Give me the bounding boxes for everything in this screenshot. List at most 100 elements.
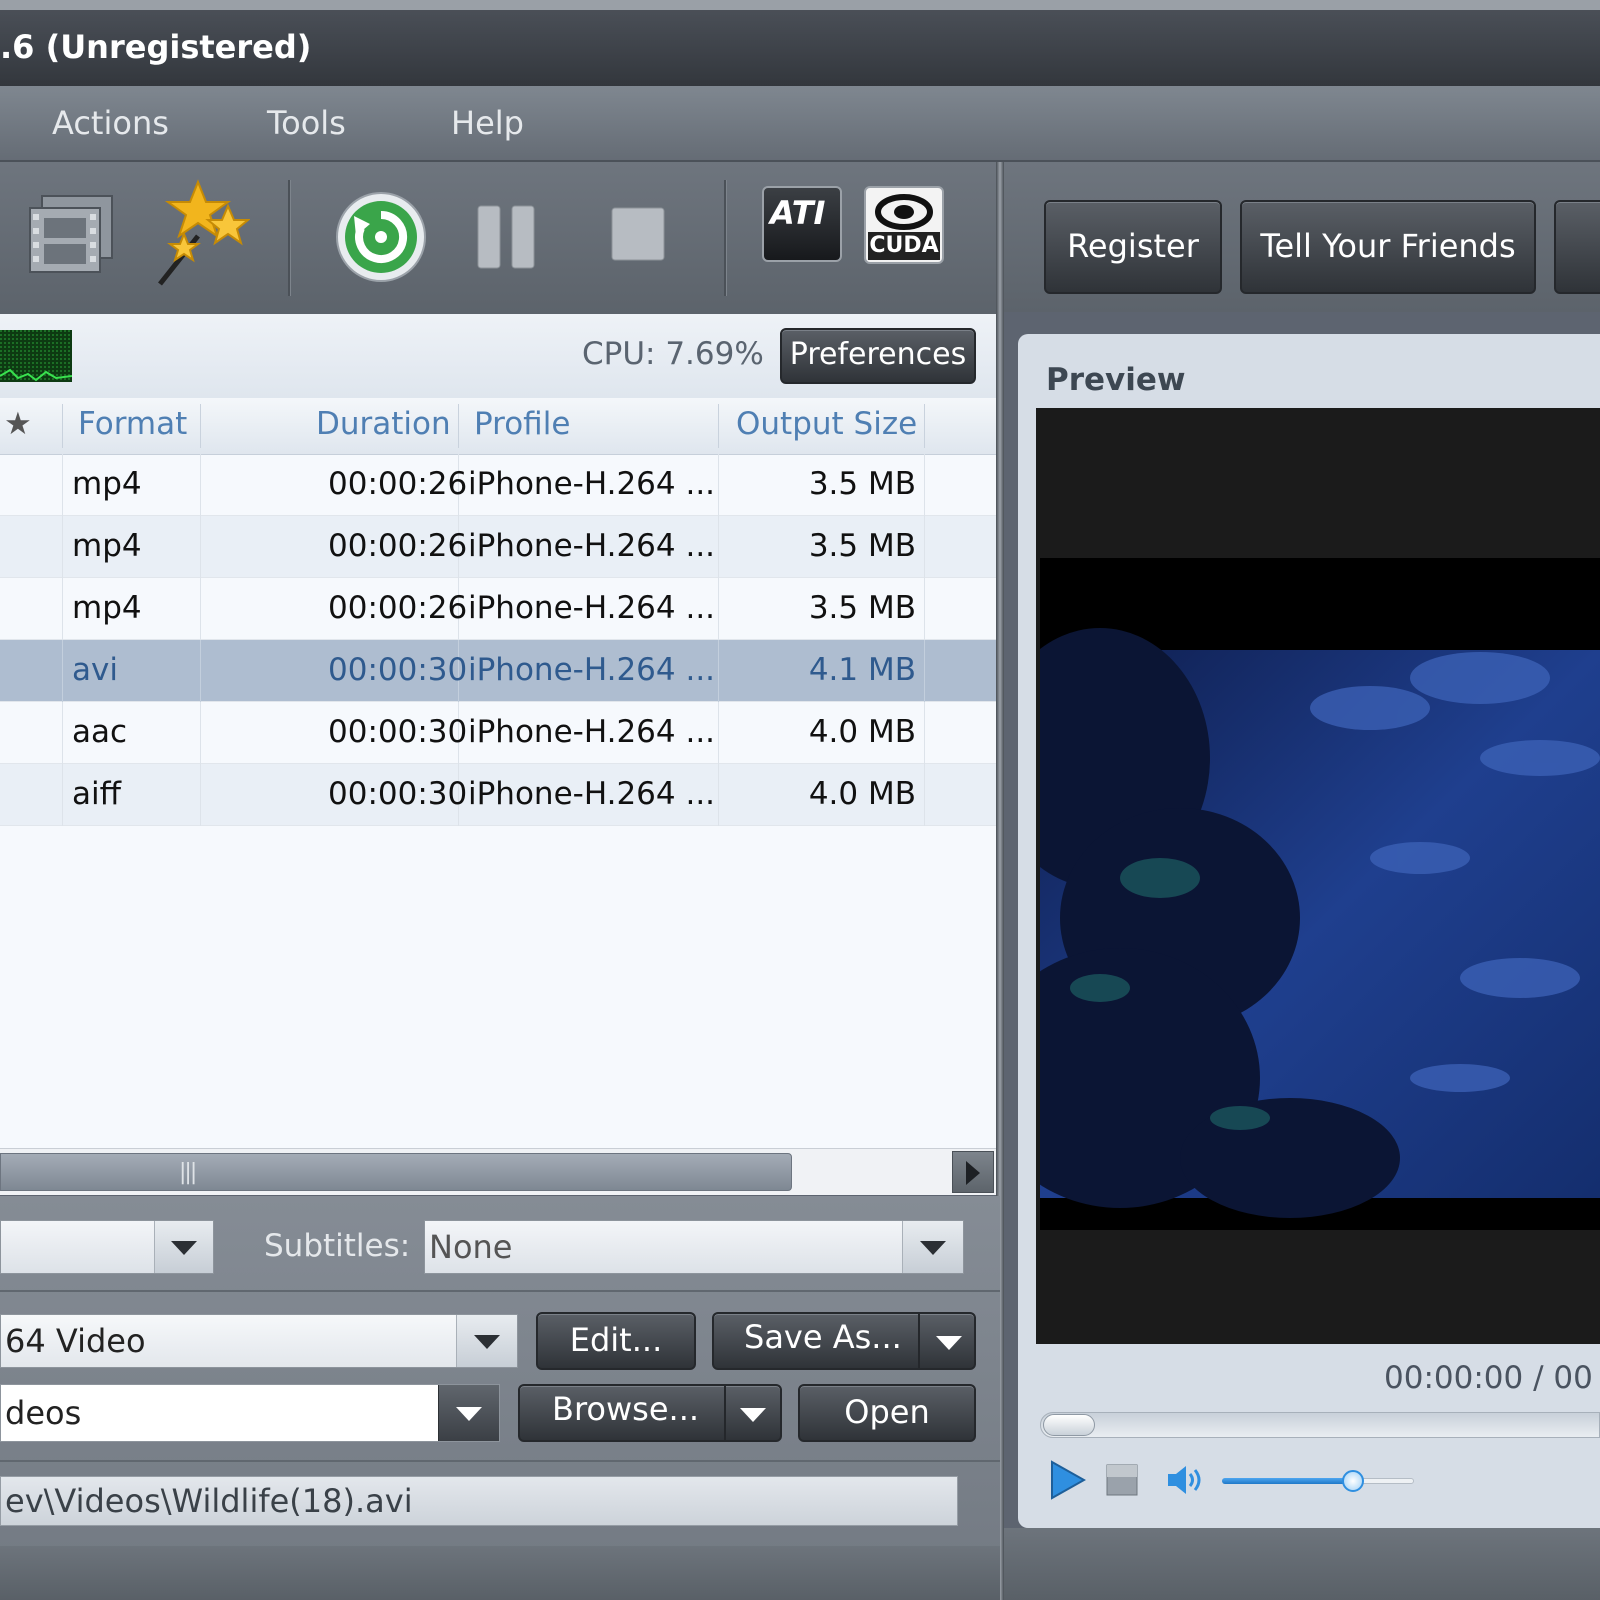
duration-cell: 00:00:26 — [328, 466, 468, 502]
chevron-down-icon — [456, 1407, 482, 1421]
menu-bar: Actions Tools Help — [0, 86, 1600, 162]
scrollbar-grip-icon: ||| — [179, 1160, 197, 1185]
profile-cell: iPhone-H.264 ... — [468, 776, 716, 812]
save-as-label: Save As... — [744, 1318, 902, 1356]
bottom-frame — [1004, 1528, 1600, 1600]
duration-cell: 00:00:30 — [328, 714, 468, 750]
chevron-down-icon — [474, 1335, 500, 1349]
video-preview[interactable] — [1036, 408, 1600, 1344]
source-path-field: ev\Videos\Wildlife(18).avi — [0, 1476, 958, 1526]
profile-cell: iPhone-H.264 ... — [468, 652, 716, 688]
output-size-cell: 4.0 MB — [808, 776, 916, 812]
column-header-profile[interactable]: Profile — [474, 406, 570, 442]
output-size-cell: 3.5 MB — [808, 466, 916, 502]
output-size-cell: 3.5 MB — [808, 590, 916, 626]
subtitles-value: None — [429, 1228, 513, 1266]
convert-icon[interactable] — [334, 190, 428, 284]
column-header-format[interactable]: Format — [78, 406, 187, 442]
play-icon[interactable] — [1050, 1460, 1087, 1500]
edit-profile-button[interactable]: Edit... — [536, 1312, 696, 1370]
arrow-right-icon — [966, 1161, 980, 1185]
nvidia-cuda-icon[interactable]: CUDA — [864, 186, 944, 264]
duration-cell: 00:00:30 — [328, 776, 468, 812]
volume-handle[interactable] — [1342, 1470, 1364, 1492]
scrollbar-thumb[interactable]: ||| — [0, 1153, 792, 1191]
profile-cell: iPhone-H.264 ... — [468, 466, 716, 502]
bottom-bar — [0, 1546, 1000, 1600]
toolbar-separator — [724, 180, 727, 296]
register-button[interactable]: Register — [1044, 200, 1222, 294]
table-row-selected[interactable]: avi 00:00:30 iPhone-H.264 ... 4.1 MB — [0, 640, 996, 702]
toolbar: ATI CUDA — [0, 162, 1000, 314]
format-cell: aiff — [72, 776, 121, 812]
profile-select[interactable]: 64 Video — [0, 1314, 518, 1368]
seek-handle[interactable] — [1043, 1414, 1095, 1436]
horizontal-scrollbar[interactable]: ||| — [0, 1148, 996, 1195]
volume-slider[interactable] — [1222, 1470, 1414, 1492]
stop-playback-icon[interactable] — [1106, 1464, 1138, 1496]
output-size-cell: 4.1 MB — [808, 652, 916, 688]
destination-dropdown-button[interactable] — [438, 1385, 499, 1441]
divider — [0, 1460, 1000, 1462]
seek-bar[interactable] — [1040, 1412, 1600, 1438]
pause-icon[interactable] — [476, 204, 538, 270]
subtitles-label: Subtitles: — [264, 1228, 411, 1264]
header-button-partial[interactable] — [1554, 200, 1600, 294]
divider — [0, 1290, 1000, 1292]
output-size-cell: 4.0 MB — [808, 714, 916, 750]
format-cell: mp4 — [72, 466, 142, 502]
table-row[interactable]: mp4 00:00:26 iPhone-H.264 ... 3.5 MB — [0, 516, 996, 578]
profile-dropdown-button[interactable] — [456, 1315, 517, 1367]
column-header-duration[interactable]: Duration — [316, 406, 451, 442]
output-size-cell: 3.5 MB — [808, 528, 916, 564]
tell-your-friends-button[interactable]: Tell Your Friends — [1240, 200, 1536, 294]
playback-time: 00:00:00 / 00 — [1384, 1360, 1593, 1396]
preferences-button[interactable]: Preferences — [780, 328, 976, 384]
destination-input[interactable]: deos — [0, 1384, 500, 1442]
format-cell: mp4 — [72, 590, 142, 626]
film-clips-icon[interactable] — [28, 192, 116, 276]
save-as-button[interactable]: Save As... — [712, 1312, 976, 1370]
volume-fill — [1222, 1478, 1353, 1484]
destination-value: deos — [5, 1394, 82, 1432]
ati-logo-text: ATI — [770, 194, 826, 232]
effects-wand-icon[interactable] — [150, 178, 251, 290]
chevron-down-icon[interactable] — [936, 1336, 962, 1350]
format-cell: mp4 — [72, 528, 142, 564]
file-table: ★ Format Duration Profile Output Size mp… — [0, 398, 996, 1148]
duration-cell: 00:00:26 — [328, 528, 468, 564]
browse-button[interactable]: Browse... — [518, 1384, 782, 1442]
right-header: Register Tell Your Friends — [1004, 162, 1600, 312]
profile-cell: iPhone-H.264 ... — [468, 528, 716, 564]
subtitles-select[interactable]: None — [424, 1220, 964, 1274]
status-strip: CPU: 7.69% Preferences — [0, 314, 996, 398]
scroll-right-button[interactable] — [952, 1151, 994, 1193]
stop-icon[interactable] — [610, 206, 666, 262]
menu-actions[interactable]: Actions — [52, 104, 169, 142]
output-controls: Subtitles: None 64 Video Edit... Save As… — [0, 1196, 1000, 1600]
table-row[interactable]: mp4 00:00:26 iPhone-H.264 ... 3.5 MB — [0, 578, 996, 640]
table-row[interactable]: mp4 00:00:26 iPhone-H.264 ... 3.5 MB — [0, 454, 996, 516]
duration-cell: 00:00:30 — [328, 652, 468, 688]
chevron-down-icon — [920, 1241, 946, 1255]
cuda-label: CUDA — [868, 232, 940, 260]
cpu-usage-label: CPU: 7.69% — [582, 336, 764, 372]
table-row[interactable]: aiff 00:00:30 iPhone-H.264 ... 4.0 MB — [0, 764, 996, 826]
profile-cell: iPhone-H.264 ... — [468, 714, 716, 750]
preview-title: Preview — [1046, 362, 1186, 398]
audio-track-dropdown-button[interactable] — [154, 1221, 213, 1273]
column-header-output-size[interactable]: Output Size — [736, 406, 917, 442]
audio-track-select[interactable] — [0, 1220, 214, 1274]
volume-icon[interactable] — [1166, 1462, 1204, 1498]
ati-logo-icon[interactable]: ATI — [762, 186, 842, 262]
chevron-down-icon[interactable] — [740, 1408, 766, 1422]
column-header-star[interactable]: ★ — [4, 406, 32, 442]
menu-help[interactable]: Help — [451, 104, 524, 142]
duration-cell: 00:00:26 — [328, 590, 468, 626]
menu-tools[interactable]: Tools — [267, 104, 346, 142]
open-folder-button[interactable]: Open — [798, 1384, 976, 1442]
subtitles-dropdown-button[interactable] — [902, 1221, 963, 1273]
table-row[interactable]: aac 00:00:30 iPhone-H.264 ... 4.0 MB — [0, 702, 996, 764]
title-bar: .6 (Unregistered) — [0, 0, 1600, 86]
format-cell: aac — [72, 714, 128, 750]
